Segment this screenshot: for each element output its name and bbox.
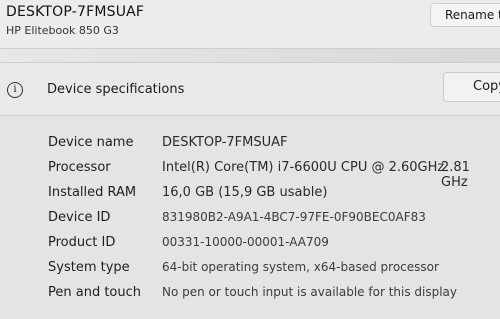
section-title: Device specifications xyxy=(47,82,185,97)
spec-label: Installed RAM xyxy=(48,185,137,200)
spec-label: Device ID xyxy=(48,210,111,225)
spec-row-installed-ram: Installed RAM 16,0 GB (15,9 GB usable) xyxy=(0,185,500,209)
spec-label: Pen and touch xyxy=(48,285,142,300)
spec-label: Processor xyxy=(48,160,111,175)
spec-value: 16,0 GB (15,9 GB usable) xyxy=(162,185,328,200)
info-icon: i xyxy=(7,82,23,98)
spec-row-system-type: System type 64-bit operating system, x64… xyxy=(0,260,500,284)
spec-label: Product ID xyxy=(48,235,116,250)
spec-value: 00331-10000-00001-AA709 xyxy=(162,235,329,249)
spec-value: 831980B2-A9A1-4BC7-97FE-0F90BEC0AF83 xyxy=(162,210,426,224)
spec-value: Intel(R) Core(TM) i7-6600U CPU @ 2.60GHz xyxy=(162,160,445,175)
spec-row-processor: Processor Intel(R) Core(TM) i7-6600U CPU… xyxy=(0,160,500,190)
device-header-card: DESKTOP-7FMSUAF HP Elitebook 850 G3 Rena… xyxy=(0,0,500,49)
copy-button[interactable]: Copy xyxy=(443,72,500,102)
spec-label: Device name xyxy=(48,135,134,150)
spec-value: No pen or touch input is available for t… xyxy=(162,285,458,299)
spec-row-pen-and-touch: Pen and touch No pen or touch input is a… xyxy=(0,285,500,309)
spec-row-product-id: Product ID 00331-10000-00001-AA709 xyxy=(0,235,500,259)
spec-label: System type xyxy=(48,260,130,275)
rename-button[interactable]: Rename t xyxy=(430,3,500,27)
device-specifications-card: i Device specifications Copy Device name… xyxy=(0,62,500,319)
pc-name: DESKTOP-7FMSUAF xyxy=(6,4,145,20)
system-about-window: DESKTOP-7FMSUAF HP Elitebook 850 G3 Rena… xyxy=(0,0,500,319)
spec-value: DESKTOP-7FMSUAF xyxy=(162,135,288,150)
spec-row-device-id: Device ID 831980B2-A9A1-4BC7-97FE-0F90BE… xyxy=(0,210,500,234)
device-specifications-header[interactable]: i Device specifications Copy xyxy=(0,63,500,116)
pc-model: HP Elitebook 850 G3 xyxy=(6,24,119,37)
spec-value: 64-bit operating system, x64-based proce… xyxy=(162,260,439,274)
spec-row-device-name: Device name DESKTOP-7FMSUAF xyxy=(0,135,500,159)
